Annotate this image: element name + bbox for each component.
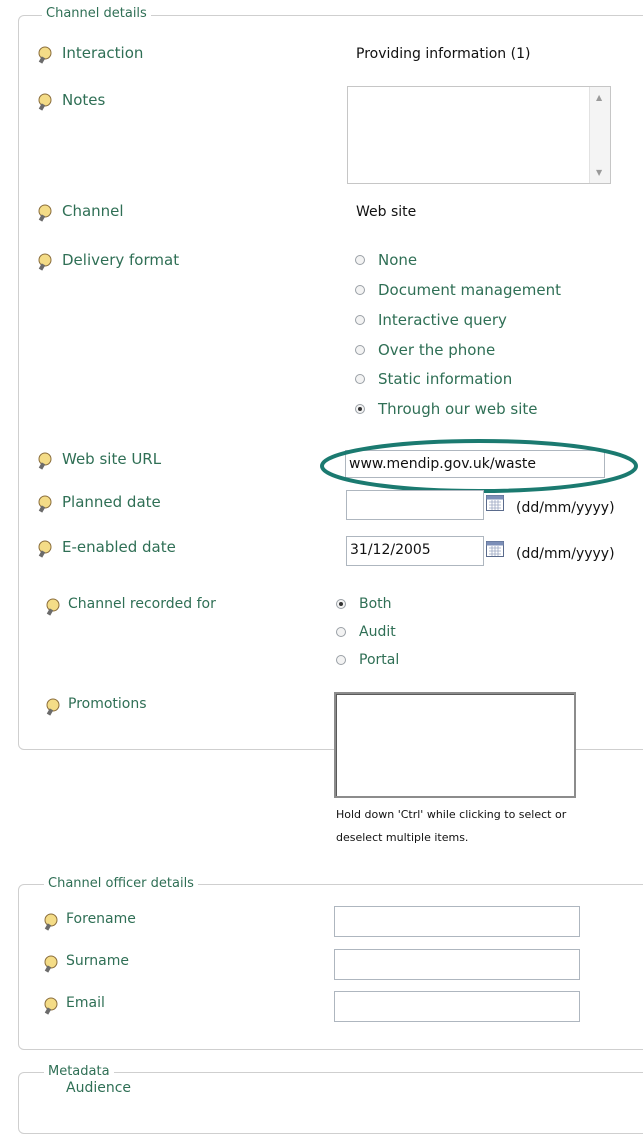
lightbulb-icon[interactable] (42, 955, 58, 975)
promotions-label: Promotions (68, 696, 147, 712)
radio-label: Through our web site (378, 400, 538, 418)
lightbulb-icon[interactable] (36, 46, 52, 66)
radio-label: Both (359, 596, 392, 612)
lightbulb-icon[interactable] (44, 598, 60, 618)
delivery-option-interactive-query[interactable]: Interactive query (355, 311, 507, 329)
radio-label: None (378, 251, 418, 269)
officer-details-legend: Channel officer details (44, 876, 198, 891)
radio-label: Interactive query (378, 311, 507, 329)
notes-label: Notes (62, 91, 106, 109)
radio-button[interactable] (355, 255, 365, 265)
surname-label: Surname (66, 953, 129, 969)
radio-label: Over the phone (378, 341, 496, 359)
lightbulb-icon[interactable] (36, 253, 52, 273)
channel-recorded-for-label: Channel recorded for (68, 596, 216, 612)
promotions-hint-line2: deselect multiple items. (336, 831, 469, 844)
audience-label: Audience (66, 1080, 132, 1096)
e-enabled-date-input[interactable]: 31/12/2005 (346, 536, 484, 566)
planned-date-input[interactable] (346, 490, 484, 520)
notes-scrollbar[interactable]: ▲ ▼ (589, 87, 610, 183)
metadata-legend: Metadata (44, 1064, 114, 1079)
channel-details-legend: Channel details (42, 6, 151, 21)
radio-button[interactable] (355, 315, 365, 325)
planned-date-format: (dd/mm/yyyy) (516, 500, 615, 516)
recorded-for-option-both[interactable]: Both (336, 596, 392, 612)
e-enabled-date-value: 31/12/2005 (350, 542, 431, 558)
radio-label: Portal (359, 652, 400, 668)
forename-label: Forename (66, 911, 136, 927)
lightbulb-icon[interactable] (36, 204, 52, 224)
radio-button[interactable] (336, 655, 346, 665)
recorded-for-option-portal[interactable]: Portal (336, 652, 399, 668)
radio-button[interactable] (355, 285, 365, 295)
radio-button[interactable] (336, 627, 346, 637)
radio-button-selected[interactable] (336, 599, 346, 609)
highlight-ellipse (320, 439, 638, 493)
calendar-icon[interactable] (486, 495, 504, 511)
forename-input[interactable] (334, 906, 580, 937)
e-enabled-date-format: (dd/mm/yyyy) (516, 546, 615, 562)
surname-input[interactable] (334, 949, 580, 980)
lightbulb-icon[interactable] (42, 913, 58, 933)
lightbulb-icon[interactable] (36, 93, 52, 113)
lightbulb-icon[interactable] (36, 452, 52, 472)
scroll-up-icon[interactable]: ▲ (596, 93, 602, 102)
planned-date-label: Planned date (62, 493, 161, 511)
channel-value: Web site (356, 204, 417, 220)
email-input[interactable] (334, 991, 580, 1022)
radio-label: Audit (359, 624, 396, 640)
radio-label: Document management (378, 281, 561, 299)
delivery-option-over-the-phone[interactable]: Over the phone (355, 341, 495, 359)
delivery-format-label: Delivery format (62, 251, 180, 269)
email-label: Email (66, 995, 105, 1011)
recorded-for-option-audit[interactable]: Audit (336, 624, 396, 640)
radio-button-selected[interactable] (355, 404, 365, 414)
channel-label: Channel (62, 202, 124, 220)
lightbulb-icon[interactable] (36, 495, 52, 515)
scroll-down-icon[interactable]: ▼ (596, 168, 602, 177)
interaction-value: Providing information (1) (356, 46, 531, 62)
radio-button[interactable] (355, 374, 365, 384)
interaction-label: Interaction (62, 44, 144, 62)
delivery-option-static-information[interactable]: Static information (355, 370, 512, 388)
radio-label: Static information (378, 370, 513, 388)
lightbulb-icon[interactable] (42, 997, 58, 1017)
web-site-url-label: Web site URL (62, 450, 162, 468)
delivery-option-through-our-web-site[interactable]: Through our web site (355, 400, 538, 418)
e-enabled-date-label: E-enabled date (62, 538, 176, 556)
delivery-option-document-management[interactable]: Document management (355, 281, 561, 299)
delivery-option-none[interactable]: None (355, 251, 417, 269)
lightbulb-icon[interactable] (36, 540, 52, 560)
notes-textarea[interactable]: ▲ ▼ (347, 86, 611, 184)
lightbulb-icon[interactable] (44, 698, 60, 718)
promotions-hint-line1: Hold down 'Ctrl' while clicking to selec… (336, 808, 567, 821)
calendar-icon[interactable] (486, 541, 504, 557)
radio-button[interactable] (355, 345, 365, 355)
promotions-multiselect[interactable] (334, 692, 576, 798)
